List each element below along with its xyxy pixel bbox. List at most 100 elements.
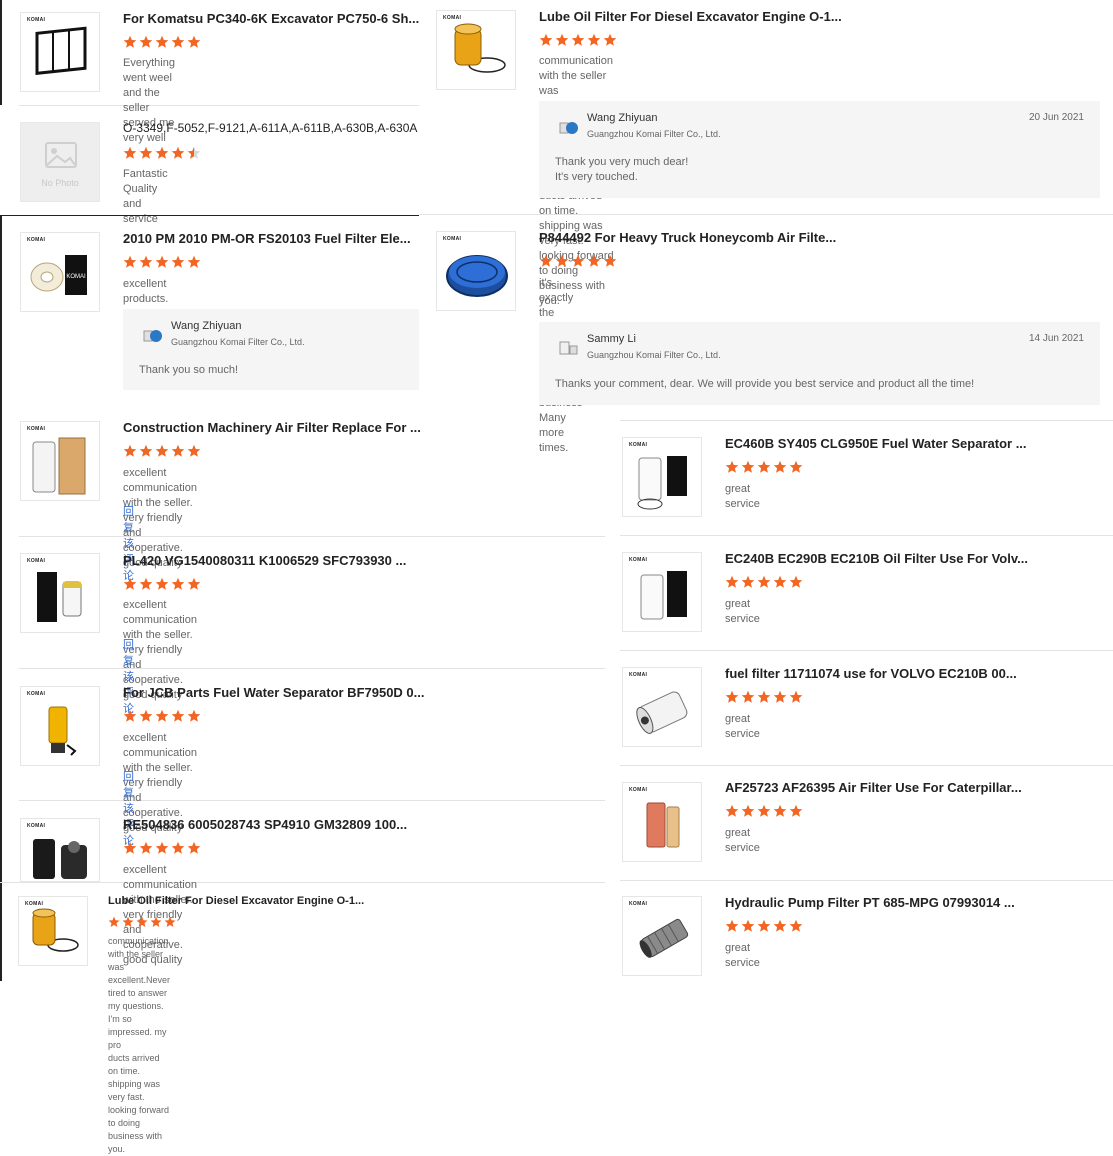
star-icon [164, 916, 176, 927]
star-rating [123, 709, 201, 723]
seller-company: Guangzhou Komai Filter Co., Ltd. [587, 129, 721, 139]
divider [620, 880, 1113, 881]
product-thumbnail[interactable]: KOMAI [18, 896, 88, 966]
oil-filter-element-icon [32, 908, 79, 952]
review-line: ducts arrived on time. shipping was very… [108, 1053, 170, 1154]
star-icon [757, 804, 771, 817]
product-thumbnail[interactable]: KOMAI [20, 686, 100, 766]
star-icon [773, 575, 787, 588]
product-thumbnail[interactable]: KOMAI [436, 10, 516, 90]
fuel-water-separator-icon [637, 456, 687, 510]
review-text: Fantastic Quality and service [123, 168, 168, 225]
product-title[interactable]: AF25723 AF26395 Air Filter Use For Cater… [725, 780, 1022, 795]
seller-name: Wang Zhiyuan [171, 320, 242, 332]
seller-reply: Sammy Li Guangzhou Komai Filter Co., Ltd… [539, 322, 1100, 405]
product-title[interactable]: 2010 PM 2010 PM-OR FS20103 Fuel Filter E… [123, 231, 411, 246]
brand-mark: KOMAI [443, 15, 462, 21]
star-icon [155, 255, 169, 268]
product-thumbnail[interactable]: No Photo [20, 122, 100, 202]
round-air-filter-icon [646, 802, 680, 848]
seller-name: Wang Zhiyuan [587, 112, 658, 124]
star-icon [555, 33, 569, 46]
star-icon [773, 690, 787, 703]
divider [19, 105, 419, 106]
star-icon [789, 575, 803, 588]
product-thumbnail[interactable]: KOMAI KOMAI [20, 232, 100, 312]
reply-date: 20 Jun 2021 [1028, 112, 1084, 123]
review-text: great service [725, 598, 760, 625]
seller-reply: Wang Zhiyuan Guangzhou Komai Filter Co.,… [123, 309, 419, 390]
product-title[interactable]: fuel filter 11711074 use for VOLVO EC210… [725, 666, 1017, 681]
star-icon [741, 919, 755, 932]
product-thumbnail[interactable]: KOMAI [622, 896, 702, 976]
star-icon [123, 255, 137, 268]
star-icon [571, 254, 585, 267]
seller-reply: Wang Zhiyuan Guangzhou Komai Filter Co.,… [539, 101, 1100, 198]
seller-avatar-icon [559, 122, 578, 134]
product-title[interactable]: Construction Machinery Air Filter Replac… [123, 420, 421, 435]
star-icon [171, 444, 185, 457]
divider [620, 535, 1113, 536]
product-title[interactable]: Lube Oil Filter For Diesel Excavator Eng… [539, 9, 842, 24]
star-icon [123, 709, 137, 722]
reply-line: Thank you very much dear! [555, 156, 689, 168]
star-icon [155, 709, 169, 722]
star-icon [773, 919, 787, 932]
divider [19, 668, 605, 669]
product-title[interactable]: EC240B EC290B EC210B Oil Filter Use For … [725, 551, 1028, 566]
reply-to-review-link[interactable]: 回复该评论 [123, 768, 134, 848]
star-icon [139, 35, 153, 48]
star-icon [725, 690, 739, 703]
star-icon [741, 460, 755, 473]
star-icon [789, 690, 803, 703]
product-title[interactable]: For JCB Parts Fuel Water Separator BF795… [123, 685, 425, 700]
review-line: communication with the seller was excell… [108, 936, 171, 1050]
fuel-filter-box-icon [37, 572, 82, 622]
divider [419, 214, 1113, 215]
product-title[interactable]: For Komatsu PC340-6K Excavator PC750-6 S… [123, 11, 419, 26]
svg-text:KOMAI: KOMAI [66, 274, 86, 280]
star-rating [123, 35, 201, 49]
reply-to-review-link[interactable]: 回复该评论 [123, 503, 134, 583]
spin-on-oil-filter-icon [640, 571, 687, 620]
product-title[interactable]: Lube Oil Filter For Diesel Excavator Eng… [108, 895, 364, 907]
star-icon [587, 254, 601, 267]
product-title[interactable]: EC460B SY405 CLG950E Fuel Water Separato… [725, 436, 1027, 451]
product-thumbnail[interactable]: KOMAI [622, 437, 702, 517]
product-title[interactable]: O-3349,F-5052,F-9121,A-611A,A-611B,A-630… [123, 121, 417, 135]
star-icon [139, 444, 153, 457]
review-text: great service [725, 483, 760, 510]
star-icon [757, 919, 771, 932]
star-rating [725, 460, 803, 474]
star-icon [789, 804, 803, 817]
brand-mark: KOMAI [25, 901, 44, 907]
product-thumbnail[interactable]: KOMAI [436, 231, 516, 311]
brand-mark: KOMAI [629, 672, 648, 678]
star-icon [725, 919, 739, 932]
brand-mark: KOMAI [27, 823, 46, 829]
star-icon [171, 146, 185, 159]
product-thumbnail[interactable]: KOMAI [622, 667, 702, 747]
product-thumbnail[interactable]: KOMAI [20, 12, 100, 92]
star-rating [123, 255, 201, 269]
star-icon [155, 146, 169, 159]
product-title[interactable]: PL420 VG1540080311 K1006529 SFC793930 ..… [123, 553, 406, 568]
product-thumbnail[interactable]: KOMAI [20, 421, 100, 501]
star-icon [757, 690, 771, 703]
product-thumbnail[interactable]: KOMAI [622, 782, 702, 862]
star-icon [187, 709, 201, 722]
product-thumbnail[interactable]: KOMAI [622, 552, 702, 632]
product-thumbnail[interactable]: KOMAI [20, 818, 100, 882]
star-icon [571, 33, 585, 46]
star-icon [123, 444, 137, 457]
product-title[interactable]: Hydraulic Pump Filter PT 685-MPG 0799301… [725, 895, 1015, 910]
product-title[interactable]: RE504836 6005028743 SP4910 GM32809 100..… [123, 817, 407, 832]
oil-filter-element-icon [454, 23, 506, 73]
star-icon [150, 916, 162, 927]
divider [19, 800, 605, 801]
product-thumbnail[interactable]: KOMAI [20, 553, 100, 633]
no-photo-label: No Photo [41, 178, 79, 188]
brand-mark: KOMAI [27, 426, 46, 432]
product-title[interactable]: P844492 For Heavy Truck Honeycomb Air Fi… [539, 230, 836, 245]
reply-to-review-link[interactable]: 回复该评论 [123, 636, 134, 716]
